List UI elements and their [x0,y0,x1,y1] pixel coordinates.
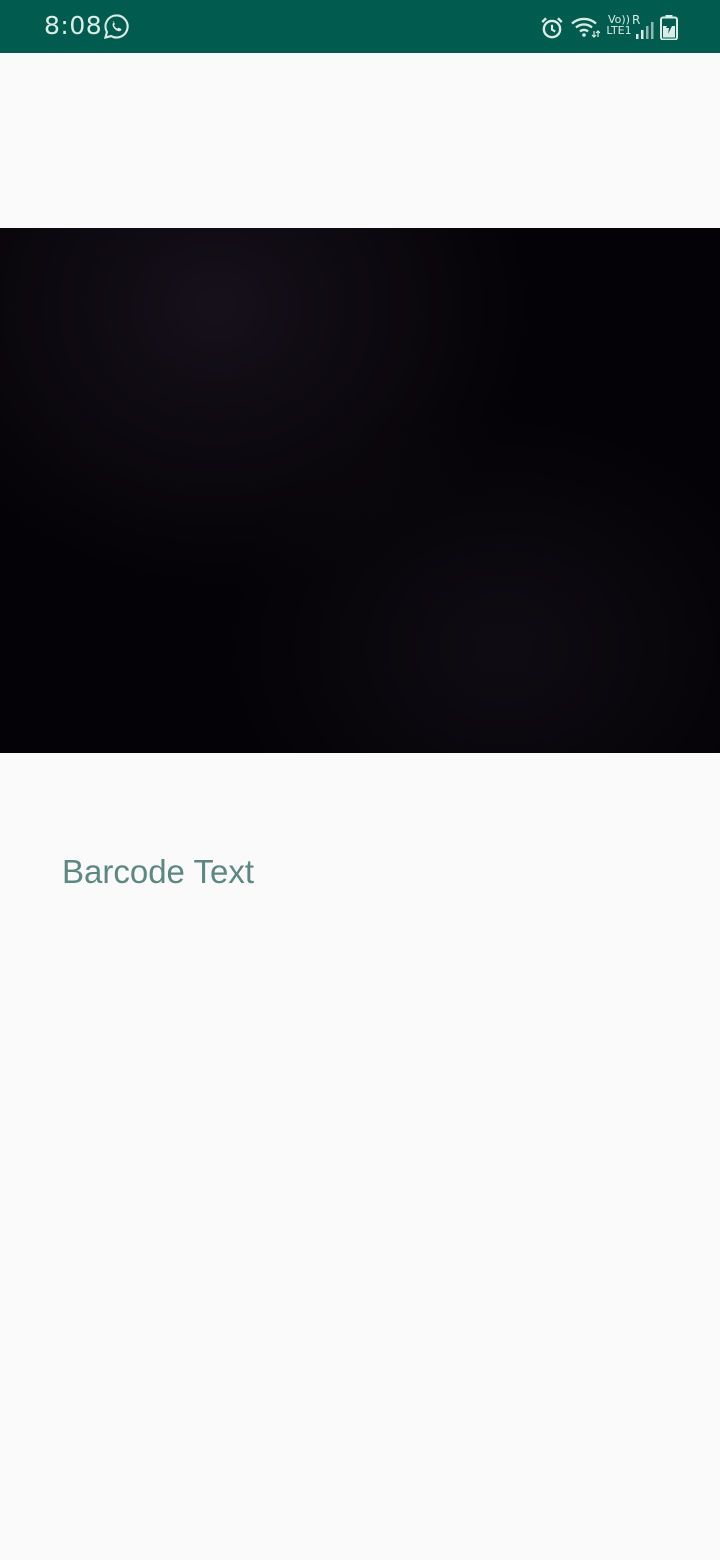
camera-preview[interactable] [0,228,720,753]
status-bar: 8:08 Vo)) LTE1 R [0,0,720,53]
barcode-result-text: Barcode Text [62,853,255,890]
signal-icon [636,22,654,39]
alarm-icon [541,17,563,39]
status-time: 8:08 [44,11,103,40]
whatsapp-icon [103,14,129,40]
volte-label: Vo)) LTE1 [606,13,632,37]
battery-icon [660,15,678,40]
wifi-icon [571,17,600,38]
